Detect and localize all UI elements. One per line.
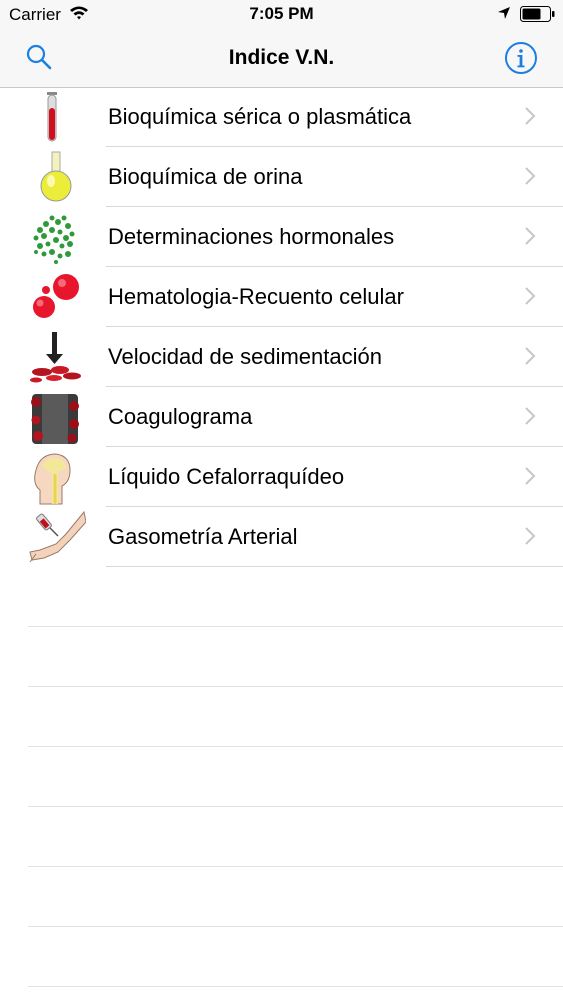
chevron-right-icon [523,225,537,247]
empty-row [0,867,563,927]
blood-tube-icon [26,90,86,146]
row-separator [28,986,563,987]
coagulation-icon [26,390,86,446]
empty-row [0,567,563,627]
navigation-bar: Indice V.N. [0,30,563,88]
urine-flask-icon [26,150,86,206]
list-item-velocidad-sedimentacion[interactable]: Velocidad de sedimentación [0,327,563,387]
list-item-label: Bioquímica de orina [108,164,303,189]
list-item-hematologia[interactable]: Hematologia-Recuento celular [0,267,563,327]
list-item-determinaciones-hormonales[interactable]: Determinaciones hormonales [0,207,563,267]
chevron-right-icon [523,465,537,487]
arterial-blood-gas-icon [26,510,87,566]
list-item-bioquimica-orina[interactable]: Bioquímica de orina [0,147,563,207]
empty-row [0,747,563,807]
hormone-dots-icon [26,210,86,266]
info-button[interactable] [504,41,538,75]
empty-row [0,807,563,867]
list-item-liquido-cefalorraquideo[interactable]: Líquido Cefalorraquídeo [0,447,563,507]
list-item-bioquimica-serica[interactable]: Bioquímica sérica o plasmática [0,87,563,147]
chevron-right-icon [523,105,537,127]
list-item-label: Hematologia-Recuento celular [108,284,404,309]
empty-row [0,627,563,687]
list-item-coagulograma[interactable]: Coagulograma [0,387,563,447]
sedimentation-icon [26,330,86,386]
chevron-right-icon [523,405,537,427]
empty-row [0,927,563,987]
location-arrow-icon [497,6,511,25]
battery-icon [520,5,556,28]
blood-cells-icon [26,270,86,326]
spinal-fluid-icon [26,450,86,506]
list-item-label: Velocidad de sedimentación [108,344,382,369]
list-item-gasometria-arterial[interactable]: Gasometría Arterial [0,507,563,567]
chevron-right-icon [523,345,537,367]
status-time: 7:05 PM [249,4,314,23]
list-item-label: Gasometría Arterial [108,524,298,549]
page-title: Indice V.N. [228,46,335,69]
empty-row [0,687,563,747]
list-item-label: Bioquímica sérica o plasmática [108,104,412,129]
chevron-right-icon [523,165,537,187]
list-item-label: Determinaciones hormonales [108,224,395,249]
chevron-right-icon [523,285,537,307]
list-item-label: Líquido Cefalorraquídeo [108,464,345,489]
category-list: Bioquímica sérica o plasmática Bioquímic… [0,87,563,987]
list-item-label: Coagulograma [108,404,253,429]
info-icon [504,42,538,79]
status-bar: Carrier 7:05 PM [0,0,563,30]
chevron-right-icon [523,525,537,547]
